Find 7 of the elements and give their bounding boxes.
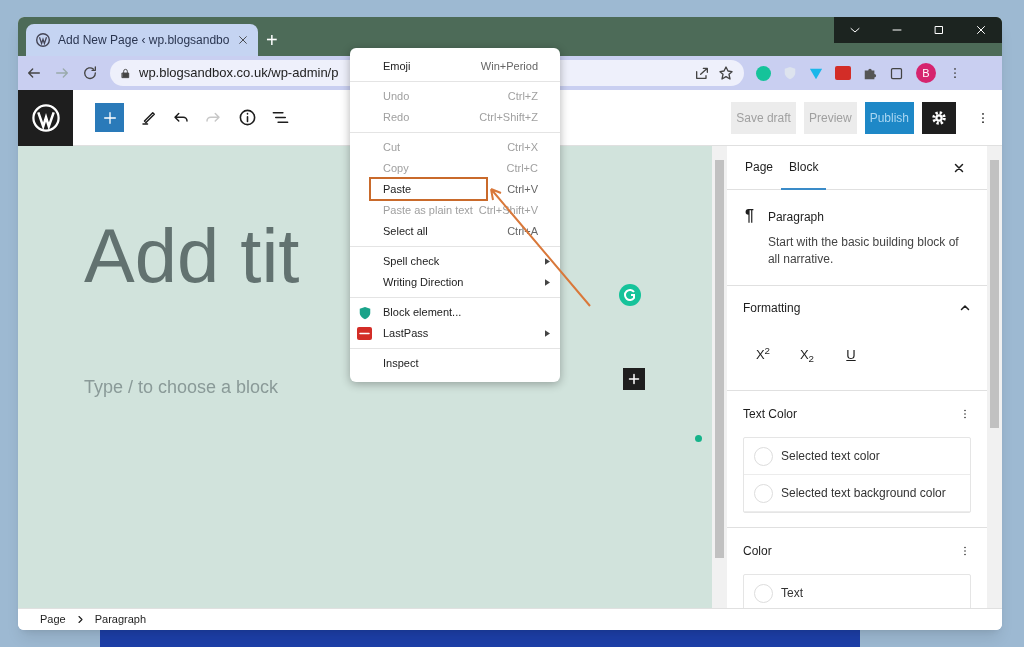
panel-title: Text Color [743,406,798,423]
block-name: Paragraph [767,209,825,226]
tab-title: Add New Page ‹ wp.blogsandbo [58,32,230,49]
pilcrow-icon: ¶ [745,208,754,268]
panel-title: Formatting [743,300,801,317]
panel-title: Color [743,543,772,560]
block-description: Start with the basic building block of all narrative. [767,234,960,268]
